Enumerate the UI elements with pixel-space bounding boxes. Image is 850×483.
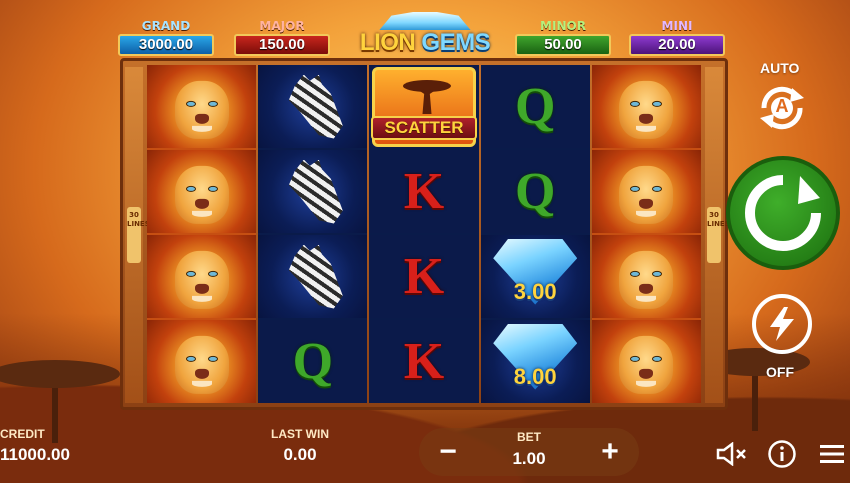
info-icon[interactable]	[766, 438, 798, 470]
credit-value: 11000.00	[0, 445, 70, 464]
symbol-zebra	[258, 150, 368, 233]
last-win-label: LAST WIN	[271, 427, 329, 441]
zebra-icon	[288, 74, 343, 139]
bet-decrease-button[interactable]: −	[423, 428, 473, 476]
reel-1	[147, 65, 257, 403]
zebra-icon	[288, 244, 343, 309]
symbol-lion	[591, 320, 702, 403]
symbol-lion	[147, 65, 257, 148]
spin-icon	[745, 175, 821, 251]
reel-3: SCATTER K K K	[369, 65, 479, 403]
jackpot-major-value: 150.00	[234, 34, 330, 56]
jackpot-major-label: MAJOR	[259, 19, 305, 33]
jackpot-minor: MINOR 50.00	[515, 19, 611, 57]
lion-icon	[147, 320, 257, 403]
reel-2: Q	[258, 65, 368, 403]
k-letter: K	[403, 332, 445, 390]
scatter-label: SCATTER	[371, 115, 477, 140]
symbol-scatter: SCATTER	[369, 65, 479, 148]
lion-icon	[147, 65, 257, 148]
last-win-display: LAST WIN 0.00	[250, 426, 350, 468]
jackpot-mini-value: 20.00	[629, 34, 725, 56]
symbol-lion	[147, 235, 257, 318]
bet-value: 1.00	[512, 449, 546, 468]
auto-label: AUTO	[760, 60, 800, 76]
jackpot-minor-value: 50.00	[515, 34, 611, 56]
spin-button[interactable]	[726, 156, 840, 270]
q-letter: Q	[514, 77, 556, 135]
bet-label: BET	[517, 430, 541, 444]
symbol-lion	[591, 150, 702, 233]
diamond-value: 8.00	[513, 363, 557, 389]
jackpot-mini: MINI 20.00	[629, 19, 725, 57]
turbo-state-label: OFF	[766, 364, 794, 380]
k-letter: K	[403, 247, 445, 305]
credit-label: CREDIT	[0, 427, 45, 441]
menu-icon[interactable]	[816, 438, 848, 470]
symbol-q: Q	[480, 150, 590, 233]
symbol-k: K	[369, 235, 479, 318]
logo-word-gems: GEMS	[421, 29, 491, 56]
autoplay-button[interactable]: A	[752, 80, 812, 136]
symbol-q: Q	[480, 65, 590, 148]
symbol-diamond: 3.00	[480, 235, 590, 318]
logo-word-lion: LION	[359, 29, 416, 56]
q-letter: Q	[292, 332, 334, 390]
lion-icon	[591, 150, 702, 233]
bet-control: − BET 1.00 +	[419, 428, 639, 476]
autoplay-glyph: A	[775, 96, 789, 116]
lion-icon	[591, 65, 702, 148]
jackpot-major: MAJOR 150.00	[234, 19, 330, 57]
diamond-value: 3.00	[513, 278, 557, 304]
bet-increase-button[interactable]: +	[585, 428, 635, 476]
reel-5	[591, 65, 702, 403]
q-letter: Q	[514, 162, 556, 220]
symbol-k: K	[369, 320, 479, 403]
symbol-diamond: 8.00	[480, 320, 590, 403]
reel-grid: Q SCATTER K K K Q Q 3.00 8.00	[147, 65, 702, 403]
jackpot-mini-label: MINI	[661, 19, 693, 33]
paylines-tag-left: 30 LINES	[127, 207, 150, 263]
lion-icon	[147, 150, 257, 233]
jackpot-grand: GRAND 3000.00	[118, 19, 214, 57]
zebra-icon	[288, 159, 343, 224]
symbol-lion	[147, 150, 257, 233]
lion-icon	[147, 235, 257, 318]
k-letter: K	[403, 162, 445, 220]
jackpot-grand-value: 3000.00	[118, 34, 214, 56]
game-logo: LION GEMS	[338, 12, 512, 64]
symbol-q: Q	[258, 320, 368, 403]
last-win-value: 0.00	[283, 445, 317, 464]
symbol-k: K	[369, 150, 479, 233]
lion-icon	[591, 235, 702, 318]
symbol-lion	[591, 65, 702, 148]
credit-display: CREDIT 11000.00	[0, 426, 86, 468]
logo-gem-icon	[379, 12, 471, 30]
sound-off-icon[interactable]	[716, 438, 748, 470]
right-side-bar: 30 LINES	[705, 67, 730, 403]
acacia-tree-icon	[403, 79, 451, 114]
turbo-button[interactable]	[752, 294, 812, 354]
slot-machine-frame: 30 LINES 30 LINES Q SCATTER K K K Q Q 3.…	[120, 58, 730, 410]
left-side-bar: 30 LINES	[125, 67, 150, 403]
symbol-zebra	[258, 235, 368, 318]
jackpot-grand-label: GRAND	[141, 19, 191, 33]
paylines-tag-right: 30 LINES	[707, 207, 730, 263]
symbol-lion	[591, 235, 702, 318]
jackpot-minor-label: MINOR	[540, 19, 586, 33]
lightning-icon	[770, 307, 794, 341]
reel-4: Q Q 3.00 8.00	[480, 65, 590, 403]
symbol-lion	[147, 320, 257, 403]
scatter-icon: SCATTER	[371, 66, 477, 147]
symbol-zebra	[258, 65, 368, 148]
lion-icon	[591, 320, 702, 403]
